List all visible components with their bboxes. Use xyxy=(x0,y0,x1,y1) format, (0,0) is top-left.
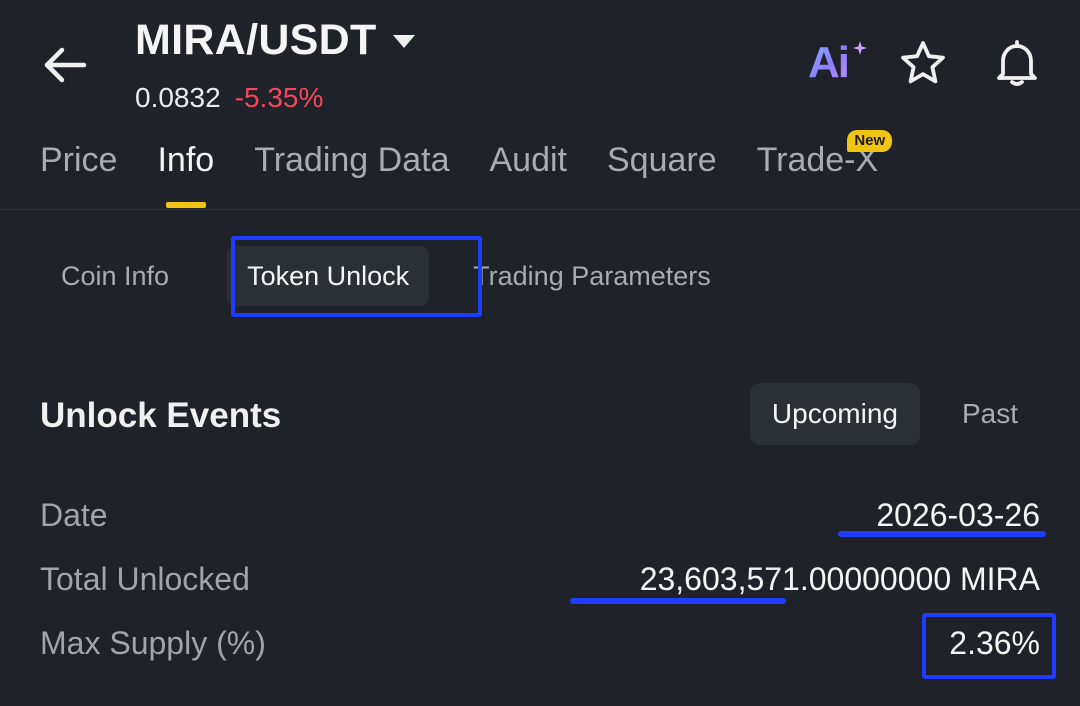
divider xyxy=(0,209,1080,210)
events-toggle: Upcoming Past xyxy=(749,383,1040,445)
info-value: 2.36% xyxy=(949,625,1040,661)
ai-assistant-icon[interactable]: Ai xyxy=(808,38,868,88)
tab-trading-data[interactable]: Trading Data xyxy=(254,138,449,182)
info-row-total-unlocked: Total Unlocked 23,603,571.00000000 MIRA xyxy=(40,557,1040,601)
last-price: 0.0832 xyxy=(135,82,221,113)
header-actions: Ai xyxy=(808,38,1042,88)
token-info-screen: MIRA/USDT 0.0832 -5.35% Ai Price Info Tr… xyxy=(0,0,1080,706)
tab-label: Audit xyxy=(489,141,567,179)
price-summary: 0.0832 -5.35% xyxy=(135,80,323,116)
tab-price[interactable]: Price xyxy=(40,138,117,182)
tab-label: Trading Data xyxy=(254,141,450,179)
section-title: Unlock Events xyxy=(40,396,282,435)
ai-label: Ai xyxy=(808,38,850,87)
tab-square[interactable]: Square xyxy=(607,138,717,182)
sub-tabs: Coin Info Token Unlock Trading Parameter… xyxy=(40,246,731,306)
toggle-upcoming[interactable]: Upcoming xyxy=(749,383,920,445)
toggle-past[interactable]: Past xyxy=(940,383,1040,445)
subtab-trading-parameters[interactable]: Trading Parameters xyxy=(453,246,731,306)
info-value: 2026-03-26 xyxy=(876,497,1040,533)
main-tabs: Price Info Trading Data Audit Square Tra… xyxy=(40,130,918,208)
tab-label: Square xyxy=(606,141,717,179)
tab-label: Info xyxy=(157,141,215,179)
subtab-coin-info[interactable]: Coin Info xyxy=(40,246,189,306)
sparkle-icon xyxy=(853,41,867,55)
tab-info[interactable]: Info xyxy=(157,138,215,208)
star-icon[interactable] xyxy=(898,38,948,88)
active-tab-indicator xyxy=(165,202,206,208)
info-value: 23,603,571.00000000 MIRA xyxy=(639,561,1040,597)
info-label: Max Supply (%) xyxy=(40,625,266,661)
info-row-date: Date 2026-03-26 xyxy=(40,493,1040,537)
pair-selector[interactable]: MIRA/USDT xyxy=(135,14,415,66)
tab-audit[interactable]: Audit xyxy=(489,138,567,182)
tab-trade-x[interactable]: Trade-X New xyxy=(757,130,893,182)
price-change: -5.35% xyxy=(234,82,324,113)
info-label: Date xyxy=(40,497,108,533)
new-badge: New xyxy=(847,130,893,152)
caret-down-icon[interactable] xyxy=(392,34,415,48)
tab-label: Price xyxy=(40,141,118,179)
info-label: Total Unlocked xyxy=(40,561,250,597)
info-row-max-supply: Max Supply (%) 2.36% xyxy=(40,621,1040,665)
subtab-token-unlock[interactable]: Token Unlock xyxy=(227,246,430,306)
bell-icon[interactable] xyxy=(992,38,1042,88)
back-arrow-icon[interactable] xyxy=(40,40,90,90)
pair-title: MIRA/USDT xyxy=(135,16,377,64)
